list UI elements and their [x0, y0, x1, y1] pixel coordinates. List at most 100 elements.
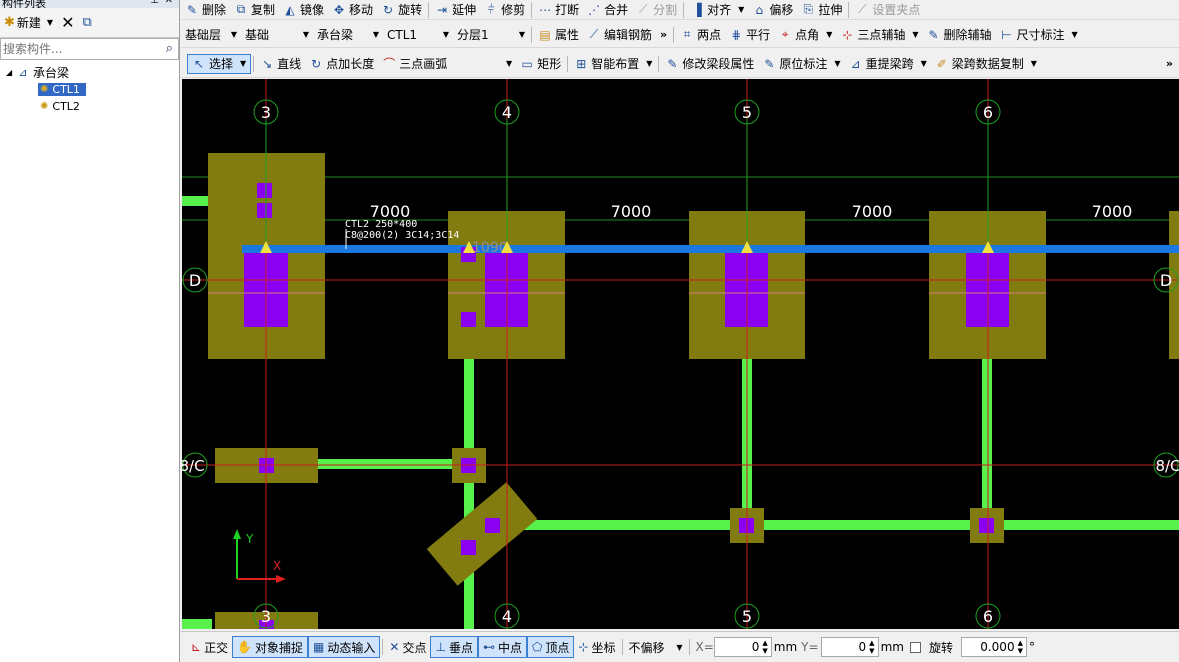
rotate-input[interactable]: 0.000 ▲ ▼ [960, 637, 1027, 657]
chevron-down-icon: ▼ [920, 59, 927, 68]
more-button[interactable]: » [656, 25, 671, 45]
search-icon[interactable]: ⌕ [166, 41, 173, 56]
ucs-y-label: Y [245, 532, 254, 546]
green-beam[interactable] [317, 459, 457, 469]
vertex-snap[interactable]: ⬠ 顶点 [526, 636, 575, 658]
beam-annotation-name: CTL2 250*400 [345, 219, 417, 230]
properties-button[interactable]: ▤ 属性 [534, 25, 583, 45]
delete-component-button[interactable]: ✕ [59, 11, 76, 34]
offset-mode-select[interactable]: 不偏移 ▼ [625, 636, 687, 658]
collapse-icon[interactable]: ◢ [6, 68, 16, 77]
pile[interactable] [461, 540, 476, 555]
stretch-button[interactable]: ⎘ 拉伸 [797, 0, 846, 19]
modify-segment-button[interactable]: ✎ 修改梁段属性 [661, 54, 758, 74]
x-input[interactable]: 0 ▲ ▼ [713, 637, 772, 657]
spinner-icon[interactable]: ▲ ▼ [1018, 639, 1023, 655]
extend-icon: ⇥ [437, 2, 448, 17]
more-button[interactable]: » [1160, 57, 1179, 70]
green-beam[interactable] [512, 520, 1179, 530]
drawing-canvas[interactable]: 3 4 5 6 3 4 5 6 D D 8/C 8/C 7000 7000 70… [182, 79, 1179, 629]
status-bar: ⊾ 正交 ✋ 对象捕捉 ▦ 动态输入 ✕ 交点 ⊥ 垂点 ⊷ 中点 ⬠ 顶点 ⊹ 坐标 不偏移 ▼… [181, 631, 1179, 662]
rotate-label: 旋转 [928, 640, 953, 655]
rotate-checkbox[interactable] [909, 641, 921, 653]
original-label-button[interactable]: ✎ 原位标注 ▼ [758, 54, 844, 74]
degree-unit: ° [1027, 636, 1037, 658]
select-button[interactable]: ↖ 选择 ▼ [187, 53, 252, 74]
tree-node-root[interactable]: ◢ ⊿ 承台梁 [0, 64, 179, 81]
ortho-toggle[interactable]: ⊾ 正交 [187, 636, 232, 658]
delete-button[interactable]: ✎ 删除 [181, 0, 230, 19]
y-coordinate: Y= [799, 636, 820, 658]
trim-button[interactable]: ⫩ 修剪 [480, 0, 529, 19]
relift-span-button[interactable]: ⊿ 重提梁跨 ▼ [845, 54, 931, 74]
new-component-button[interactable]: ✱ 新建 ▼ [2, 12, 55, 33]
intersection-snap[interactable]: ✕ 交点 [385, 636, 430, 658]
original-label-icon: ✎ [764, 56, 775, 71]
copy-component-button[interactable]: ⧉ [80, 13, 93, 32]
point-length-icon: ↻ [311, 56, 322, 71]
spinner-icon[interactable]: ▲ ▼ [762, 639, 767, 655]
coordinate-snap[interactable]: ⊹ 坐标 [574, 636, 619, 658]
pile[interactable] [485, 518, 500, 533]
align-label: 对齐 [707, 3, 732, 17]
point-angle-button[interactable]: ⌖ 点角 ▼ [774, 25, 836, 45]
selection-toolbar: 基础层 ▼ 基础 ▼ 承台梁 ▼ CTL1 ▼ 分层1 ▼ ▤ 属性 ⟋ 编辑钢筋 » ⌗ 两点… [181, 22, 1179, 48]
pile[interactable] [257, 203, 272, 218]
component-select[interactable]: CTL1 ▼ [383, 25, 453, 45]
chevron-down-icon: ▼ [230, 30, 237, 39]
layer-select[interactable]: 分层1 ▼ [453, 25, 529, 45]
two-points-button[interactable]: ⌗ 两点 [676, 25, 725, 45]
delete-axis-button[interactable]: ✎ 删除辅轴 [923, 25, 996, 45]
snap-toggle[interactable]: ✋ 对象捕捉 [232, 636, 309, 658]
offset-button[interactable]: ⌂ 偏移 [748, 0, 797, 19]
green-beam[interactable] [182, 196, 208, 206]
y-input[interactable]: 0 ▲ ▼ [820, 637, 879, 657]
align-button[interactable]: ▐ 对齐 ▼ [686, 0, 748, 19]
rotated-pile-cap[interactable] [426, 482, 538, 586]
close-icon[interactable]: ✕ [165, 0, 173, 6]
break-button[interactable]: ⋯ 打断 [534, 0, 583, 19]
tree-node-ctl1[interactable]: ✺ CTL1 [0, 81, 179, 98]
break-label: 打断 [555, 3, 580, 17]
rotate-button[interactable]: ↻ 旋转 [377, 0, 426, 19]
edit-rebar-button[interactable]: ⟋ 编辑钢筋 [583, 25, 656, 45]
rectangle-button[interactable]: ▭ 矩形 [516, 54, 565, 74]
dynamic-input-toggle[interactable]: ▦ 动态输入 [308, 636, 381, 658]
parallel-button[interactable]: ⋕ 平行 [725, 25, 774, 45]
category-select[interactable]: 基础 ▼ [241, 25, 313, 45]
set-grip-button[interactable]: ⟋ 设置夹点 [851, 0, 924, 19]
drawing-svg[interactable]: 3 4 5 6 3 4 5 6 D D 8/C 8/C 7000 7000 70… [182, 79, 1179, 629]
pile[interactable] [257, 183, 272, 198]
green-beam[interactable] [464, 359, 474, 629]
smart-layout-button[interactable]: ⊞ 智能布置 ▼ [570, 54, 656, 74]
copy-button[interactable]: ⧉ 复制 [230, 0, 279, 19]
rotate-checkbox-group[interactable]: 旋转 [906, 636, 957, 658]
type-select[interactable]: 承台梁 ▼ [313, 25, 383, 45]
three-point-arc-button[interactable]: ⌒ 三点画弧 ▼ [378, 54, 516, 74]
move-button[interactable]: ✥ 移动 [328, 0, 377, 19]
dimension-button[interactable]: ⊢ 尺寸标注 ▼ [996, 25, 1082, 45]
green-beam[interactable] [182, 619, 212, 629]
three-point-axis-button[interactable]: ⊹ 三点辅轴 ▼ [836, 25, 922, 45]
search-input[interactable] [1, 42, 151, 56]
pile[interactable] [461, 312, 476, 327]
eraser-icon: ✎ [186, 2, 198, 17]
component-value: CTL1 [387, 27, 418, 42]
split-button[interactable]: ⟋ 分割 [632, 0, 681, 19]
point-length-button[interactable]: ↻ 点加长度 [305, 54, 378, 74]
pin-icon[interactable]: ⊥ [150, 0, 159, 6]
pile[interactable] [979, 518, 994, 533]
midpoint-snap[interactable]: ⊷ 中点 [477, 636, 527, 658]
divider [673, 26, 675, 43]
merge-button[interactable]: ⋰ 合并 [583, 0, 632, 19]
green-beam[interactable] [982, 359, 992, 519]
extend-button[interactable]: ⇥ 延伸 [431, 0, 480, 19]
span-copy-button[interactable]: ✐ 梁跨数据复制 ▼ [931, 54, 1041, 74]
perpendicular-snap[interactable]: ⊥ 垂点 [430, 636, 478, 658]
line-button[interactable]: ↘ 直线 [256, 54, 305, 74]
floor-select[interactable]: 基础层 ▼ [181, 25, 241, 45]
mirror-button[interactable]: ◭ 镜像 [279, 0, 328, 19]
tree-node-ctl2[interactable]: ✺ CTL2 [0, 98, 179, 115]
selected-beam[interactable] [242, 245, 1179, 253]
spinner-icon[interactable]: ▲ ▼ [869, 639, 874, 655]
